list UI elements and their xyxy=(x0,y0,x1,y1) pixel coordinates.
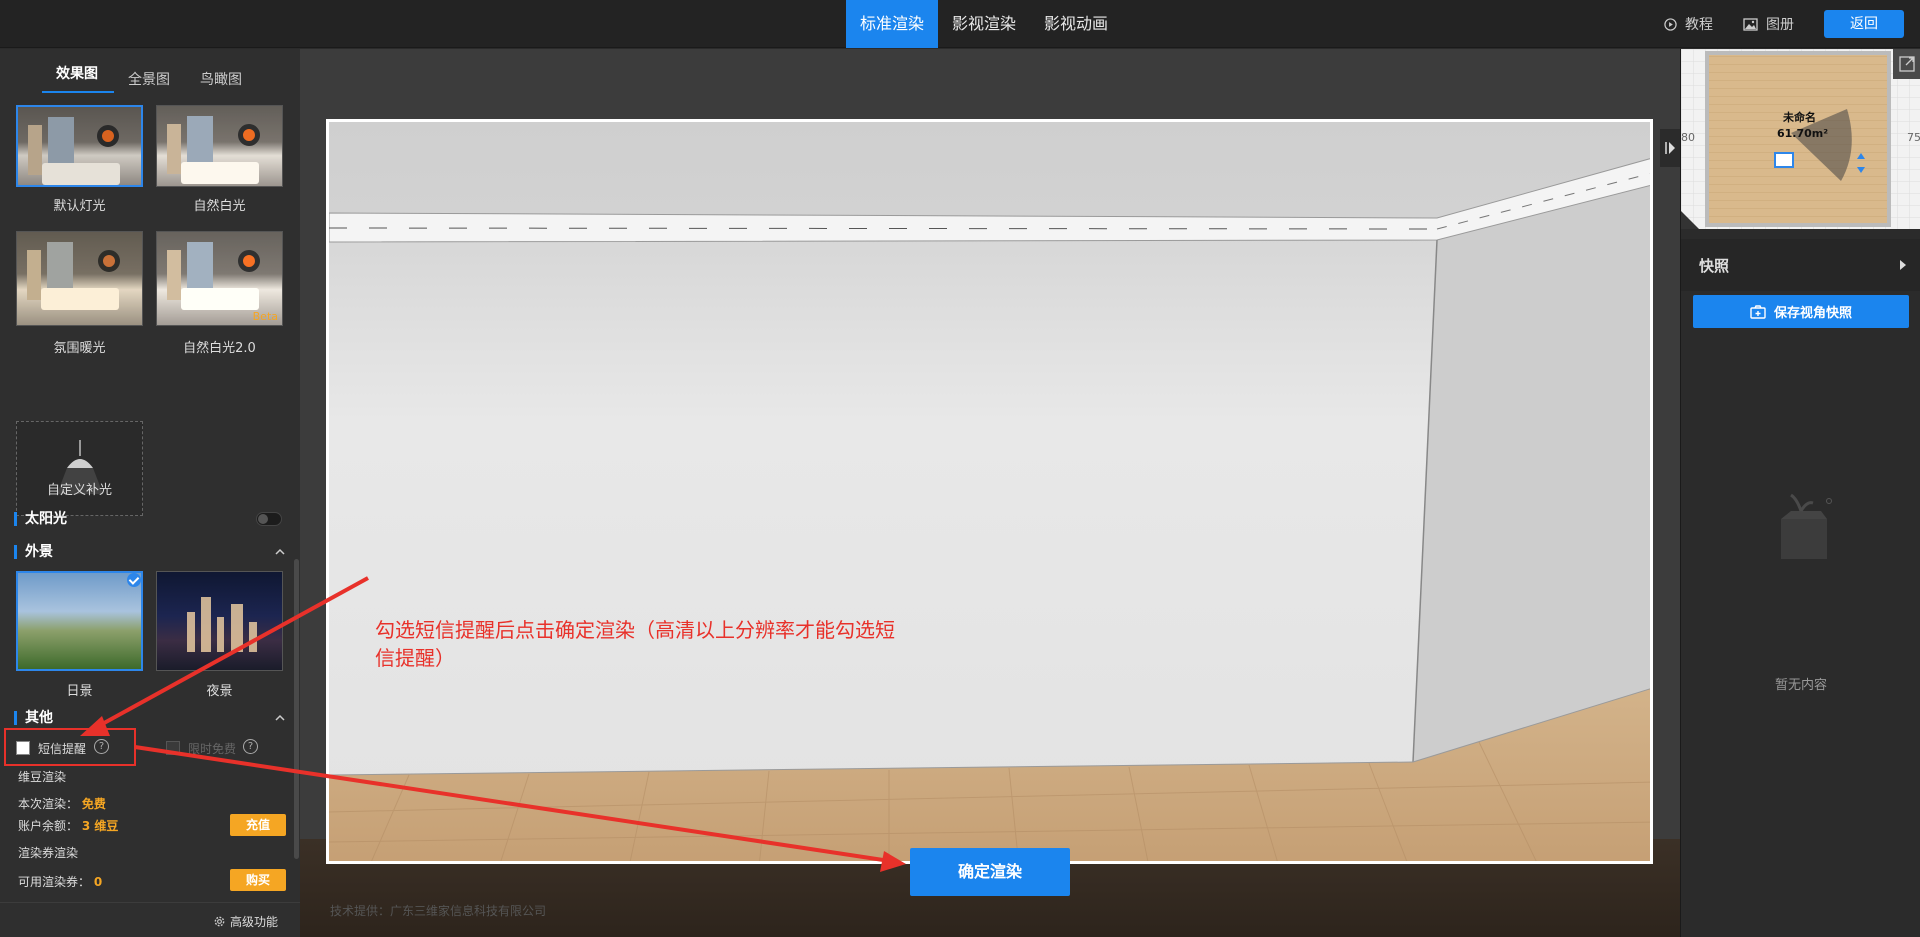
floor-plan-minimap[interactable]: 未命名 61.70m² 80 75 xyxy=(1681,49,1920,229)
collapse-arrow-icon xyxy=(1665,142,1675,154)
voucher-row: 可用渲染券： 0 xyxy=(18,873,102,890)
room-area: 61.70m² xyxy=(1777,127,1829,140)
voucher-value: 0 xyxy=(93,875,103,889)
lighting-label: 氛围暖光 xyxy=(53,341,106,356)
current-render-row: 本次渲染： 免费 xyxy=(18,795,106,812)
room-preview-image xyxy=(17,232,142,325)
custom-light-label: 自定义补光 xyxy=(46,483,112,498)
save-snapshot-button[interactable]: 保存视角快照 xyxy=(1693,295,1909,328)
recharge-button[interactable]: 充值 xyxy=(230,814,286,836)
lighting-label: 默认灯光 xyxy=(53,199,106,214)
scenery-label: 日景 xyxy=(66,684,93,699)
help-icon[interactable]: ? xyxy=(243,739,258,754)
balance-label: 账户余额： xyxy=(18,819,79,833)
balance-value: 3 维豆 xyxy=(81,819,119,833)
top-bar: 标准渲染 影视渲染 影视动画 教程 图册 返回 xyxy=(0,0,1920,48)
current-render-label: 本次渲染： xyxy=(18,797,79,811)
sms-reminder-checkbox[interactable] xyxy=(16,741,30,755)
weidou-render-title: 维豆渲染 xyxy=(18,770,67,784)
gear-icon xyxy=(214,916,225,927)
advanced-button[interactable]: 高级功能 xyxy=(213,913,278,930)
render-mode-tabs: 标准渲染 影视渲染 影视动画 xyxy=(846,0,1122,48)
buy-button[interactable]: 购买 xyxy=(230,869,286,891)
right-panel: 未命名 61.70m² 80 75 快照 保存视角快照 暂无内容 xyxy=(1680,49,1920,937)
sunlight-toggle[interactable] xyxy=(256,512,282,526)
help-icon[interactable]: ? xyxy=(94,739,109,754)
tutorial-link[interactable]: 教程 xyxy=(1664,14,1713,34)
tutorial-label: 教程 xyxy=(1685,17,1713,33)
collapse-panel-handle[interactable] xyxy=(1660,129,1680,167)
left-panel: 效果图 全景图 鸟瞰图 默认灯光 自然白光 氛围暖光 Beta 自然白光2.0 xyxy=(0,49,300,937)
custom-light-button[interactable] xyxy=(16,421,143,516)
tab-film-render[interactable]: 影视渲染 xyxy=(938,0,1030,48)
chevron-up-icon[interactable] xyxy=(274,546,286,558)
tab-film-animation[interactable]: 影视动画 xyxy=(1030,0,1122,48)
lighting-warm-thumb[interactable] xyxy=(16,231,143,326)
scenery-day-thumb[interactable] xyxy=(16,571,143,671)
limited-free-checkbox[interactable] xyxy=(166,741,180,755)
confirm-render-button[interactable]: 确定渲染 xyxy=(910,848,1070,896)
save-snapshot-label: 保存视角快照 xyxy=(1773,306,1852,321)
return-button[interactable]: 返回 xyxy=(1824,10,1904,38)
caret-right-icon[interactable] xyxy=(1899,259,1907,271)
limited-free-label: 限时免费 xyxy=(188,742,237,756)
empty-state-text: 暂无内容 xyxy=(1774,678,1827,693)
current-render-value: 免费 xyxy=(81,797,106,811)
render-viewport: 勾选短信提醒后点击确定渲染（高清以上分辨率才能勾选短信提醒） 确定渲染 技术提供… xyxy=(300,49,1680,937)
instruction-annotation: 勾选短信提醒后点击确定渲染（高清以上分辨率才能勾选短信提醒） xyxy=(375,618,895,670)
view-type-tabs: 效果图 全景图 鸟瞰图 xyxy=(0,49,300,105)
scenery-night-thumb[interactable] xyxy=(156,571,283,671)
ruler-left-label: 80 xyxy=(1681,131,1695,144)
camera-plus-icon xyxy=(1750,304,1766,319)
lighting-default-thumb[interactable] xyxy=(16,105,143,187)
lighting-label: 自然白光 xyxy=(193,199,246,214)
tab-panorama[interactable]: 全景图 xyxy=(128,69,170,89)
lighting-natural-thumb[interactable] xyxy=(156,105,283,187)
left-scrollbar[interactable] xyxy=(294,559,299,859)
credit-text: 技术提供：广东三维家信息科技有限公司 xyxy=(330,904,547,918)
sms-reminder-label: 短信提醒 xyxy=(38,742,87,756)
snapshot-header: 快照 xyxy=(1681,239,1920,291)
room-scene xyxy=(329,122,1650,861)
night-city-image xyxy=(157,572,282,670)
scenery-title: 外景 xyxy=(14,545,53,559)
expand-icon xyxy=(1899,56,1915,72)
selected-check-icon xyxy=(127,573,141,587)
other-title: 其他 xyxy=(14,711,53,725)
ceiling-lamp-icon xyxy=(57,440,103,494)
sunlight-title: 太阳光 xyxy=(14,512,67,526)
chevron-up-icon[interactable] xyxy=(274,712,286,724)
top-right-actions: 教程 图册 返回 xyxy=(1664,0,1920,48)
active-tab-underline xyxy=(42,91,114,93)
voucher-render-title: 渲染券渲染 xyxy=(18,846,79,860)
tab-effect-image[interactable]: 效果图 xyxy=(56,63,98,83)
room-name: 未命名 xyxy=(1783,111,1816,124)
play-circle-icon xyxy=(1664,17,1677,31)
snapshot-title: 快照 xyxy=(1699,257,1730,275)
expand-map-button[interactable] xyxy=(1893,49,1920,79)
render-frame[interactable] xyxy=(326,119,1653,864)
daytime-sky-image xyxy=(18,573,141,669)
tab-standard-render[interactable]: 标准渲染 xyxy=(846,0,939,48)
room-preview-image xyxy=(18,107,141,185)
balance-row: 账户余额： 3 维豆 xyxy=(18,817,118,834)
advanced-label: 高级功能 xyxy=(230,915,279,929)
beta-badge: Beta xyxy=(252,310,278,323)
lighting-natural-2-thumb[interactable]: Beta xyxy=(156,231,283,326)
album-link[interactable]: 图册 xyxy=(1743,14,1794,34)
render-app: 标准渲染 影视渲染 影视动画 教程 图册 返回 效果图 全景图 鸟瞰图 默认灯光… xyxy=(0,0,1920,937)
ruler-right-label: 75 xyxy=(1907,131,1920,144)
voucher-label: 可用渲染券： xyxy=(18,875,91,889)
scenery-label: 夜景 xyxy=(206,684,233,699)
room-preview-image xyxy=(157,106,282,186)
lighting-label: 自然白光2.0 xyxy=(183,341,256,356)
empty-box-icon xyxy=(1781,493,1832,559)
image-icon xyxy=(1743,17,1758,31)
album-label: 图册 xyxy=(1766,17,1794,33)
tab-aerial[interactable]: 鸟瞰图 xyxy=(200,69,242,89)
